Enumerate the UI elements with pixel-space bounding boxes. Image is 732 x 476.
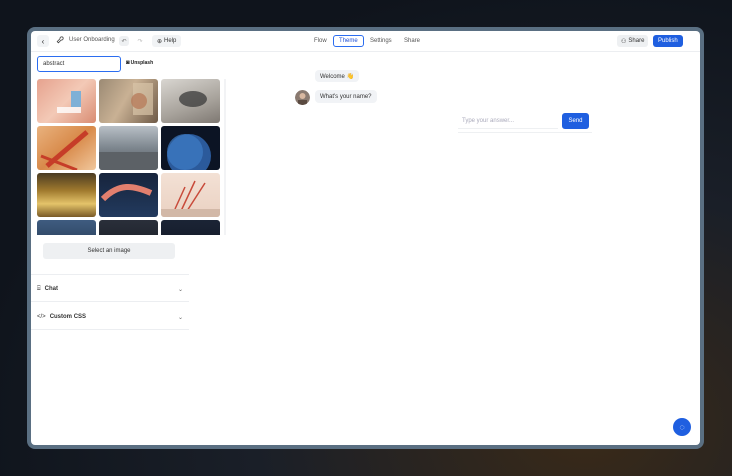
user-plus-icon: ⚇ (621, 38, 627, 45)
chat-section-toggle[interactable]: ⌸ Chat ⌄ (37, 282, 183, 296)
unsplash-label: Unsplash (130, 60, 154, 66)
help-circle-icon: ⊕ (157, 38, 163, 45)
chat-section-label: Chat (44, 286, 58, 292)
help-button[interactable]: ⊕ Help (152, 35, 182, 47)
image-thumb[interactable] (37, 220, 96, 235)
image-thumb[interactable] (99, 220, 158, 235)
app-window: ‹ User Onboarding ↶ ↷ ⊕ Help Flow Theme … (31, 31, 700, 445)
image-grid-scrollbar[interactable] (224, 79, 226, 235)
chevron-down-icon: ⌄ (177, 286, 183, 293)
chat-widget-button[interactable]: ◌ (673, 418, 691, 436)
share-button[interactable]: ⚇ Share (617, 35, 649, 47)
image-thumb[interactable] (37, 126, 96, 170)
bot-message: Welcome 👋 (315, 70, 360, 82)
image-search-input[interactable]: abstract (37, 56, 121, 72)
theme-sidebar: abstract ◙ Unsplash Select an image ⌸ Ch… (31, 52, 227, 445)
section-divider (31, 301, 189, 302)
typebot-title[interactable]: User Onboarding (69, 37, 115, 43)
section-divider (31, 274, 189, 275)
chat-bubble-icon: ◌ (679, 422, 685, 432)
app-frame: ‹ User Onboarding ↶ ↷ ⊕ Help Flow Theme … (27, 27, 704, 449)
bot-message: What's your name? (315, 90, 377, 103)
input-underline (458, 132, 592, 133)
custom-css-section-toggle[interactable]: </> Custom CSS ⌄ (37, 310, 183, 324)
undo-button[interactable]: ↶ (119, 36, 129, 46)
tab-settings[interactable]: Settings (366, 35, 396, 47)
publish-button[interactable]: Publish (653, 35, 683, 47)
image-thumb[interactable] (99, 173, 158, 217)
select-image-button[interactable]: Select an image (43, 243, 175, 259)
chat-bubble-icon: ⌸ (37, 285, 41, 292)
unsplash-attribution[interactable]: ◙ Unsplash (126, 60, 153, 66)
code-icon: </> (37, 314, 46, 320)
unsplash-icon: ◙ (126, 60, 130, 66)
image-results-grid (37, 79, 222, 235)
image-thumb[interactable] (161, 173, 220, 217)
custom-css-section-label: Custom CSS (49, 314, 87, 320)
redo-button[interactable]: ↷ (135, 36, 145, 46)
top-bar: ‹ User Onboarding ↶ ↷ ⊕ Help Flow Theme … (31, 31, 700, 51)
image-thumb[interactable] (37, 173, 96, 217)
wrench-icon (56, 36, 64, 46)
back-button[interactable]: ‹ (37, 35, 49, 47)
image-thumb[interactable] (161, 126, 220, 170)
image-thumb[interactable] (99, 79, 158, 123)
image-thumb[interactable] (161, 220, 220, 235)
tab-theme[interactable]: Theme (333, 35, 364, 47)
chevron-down-icon: ⌄ (177, 314, 183, 321)
section-divider (31, 329, 189, 330)
help-label: Help (164, 38, 177, 44)
bot-avatar (295, 90, 310, 105)
tab-flow[interactable]: Flow (310, 35, 331, 47)
tab-share[interactable]: Share (400, 35, 424, 47)
send-button[interactable]: Send (562, 113, 589, 129)
share-label: Share (628, 38, 645, 44)
answer-input[interactable]: Type your answer... (458, 113, 558, 129)
image-thumb[interactable] (37, 79, 96, 123)
image-thumb[interactable] (99, 126, 158, 170)
image-thumb[interactable] (161, 79, 220, 123)
